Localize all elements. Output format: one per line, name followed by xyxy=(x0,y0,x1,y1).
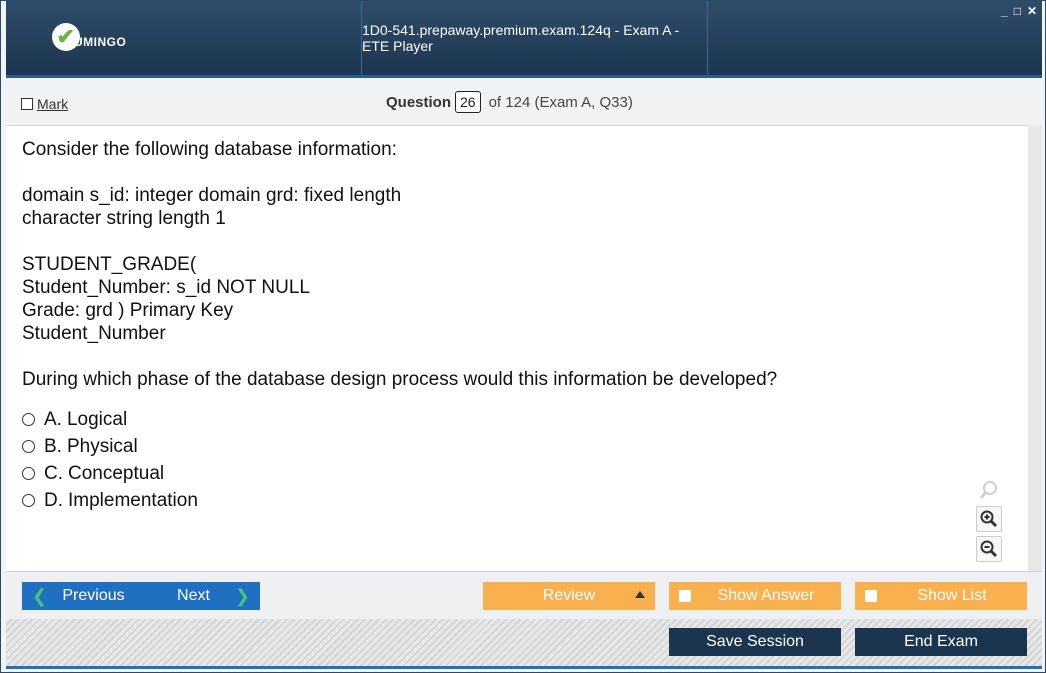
show-list-label: Show List xyxy=(917,587,987,604)
answer-text: Physical xyxy=(66,435,138,457)
zoom-in-icon[interactable] xyxy=(976,506,1002,532)
window-controls: _ □ ✕ xyxy=(1001,5,1037,17)
maximize-icon[interactable]: □ xyxy=(1014,5,1021,17)
title-bar: ✔ UMINGO 1D0-541.prepaway.premium.exam.1… xyxy=(6,1,1042,75)
window-title: 1D0-541.prepaway.premium.exam.124q - Exa… xyxy=(361,1,708,75)
question-label: Question xyxy=(386,93,452,111)
radio-icon[interactable] xyxy=(22,494,35,507)
answer-letter: A. xyxy=(44,408,62,430)
checkmark-logo-icon: ✔ xyxy=(52,23,80,51)
question-line xyxy=(22,230,777,253)
question-content: Consider the following database informat… xyxy=(6,125,1028,572)
previous-button[interactable]: ❮ Previous xyxy=(22,582,155,610)
question-number-input[interactable]: 26 xyxy=(455,91,481,113)
show-answer-button[interactable]: Show Answer xyxy=(669,582,841,610)
answer-text: Logical xyxy=(66,408,128,430)
next-button[interactable]: Next ❯ xyxy=(145,582,260,610)
checkbox-icon[interactable] xyxy=(21,98,33,110)
answer-option-c[interactable]: C. Conceptual xyxy=(22,460,198,487)
caret-up-icon xyxy=(635,591,645,598)
question-count: of 124 (Exam A, Q33) xyxy=(488,93,633,111)
radio-icon[interactable] xyxy=(22,413,35,426)
end-exam-label: End Exam xyxy=(904,633,978,650)
question-line: Student_Number: s_id NOT NULL xyxy=(22,277,310,298)
show-list-button[interactable]: Show List xyxy=(855,582,1027,610)
radio-icon[interactable] xyxy=(22,440,35,453)
search-icon xyxy=(977,478,1001,502)
chevron-left-icon: ❮ xyxy=(32,585,48,606)
scrollbar[interactable] xyxy=(1028,125,1042,571)
previous-label: Previous xyxy=(62,587,125,604)
question-bar: Mark Question 26 of 124 (Exam A, Q33) xyxy=(6,75,1042,125)
question-line: Student_Number xyxy=(22,323,166,344)
question-line: domain s_id: integer domain grd: fixed l… xyxy=(22,185,402,206)
navigation-bar: ❮ Previous Next ❯ Review Show Answer Sho… xyxy=(6,571,1042,620)
answer-text: Implementation xyxy=(68,489,198,511)
checkbox-icon[interactable] xyxy=(865,590,877,602)
minimize-icon[interactable]: _ xyxy=(1001,5,1008,17)
question-line: STUDENT_GRADE( xyxy=(22,254,197,275)
chevron-right-icon: ❯ xyxy=(234,585,250,606)
answer-letter: C. xyxy=(44,462,63,484)
review-label: Review xyxy=(542,587,596,604)
app-logo: ✔ UMINGO xyxy=(52,23,126,51)
mark-label[interactable]: Mark xyxy=(37,96,68,112)
next-label: Next xyxy=(177,587,210,604)
bottom-accent-line xyxy=(6,666,1042,669)
question-text: Consider the following database informat… xyxy=(22,138,777,391)
question-line: character string length 1 xyxy=(22,208,226,229)
app-window: ✔ UMINGO 1D0-541.prepaway.premium.exam.1… xyxy=(0,0,1046,673)
question-line: Consider the following database informat… xyxy=(22,139,397,160)
question-info: Question 26 of 124 (Exam A, Q33) xyxy=(386,91,633,113)
answer-text: Conceptual xyxy=(68,462,165,484)
zoom-controls xyxy=(976,478,1002,566)
answer-option-b[interactable]: B. Physical xyxy=(22,433,198,460)
answer-letter: B. xyxy=(44,435,62,457)
mark-checkbox[interactable]: Mark xyxy=(21,96,68,112)
show-answer-label: Show Answer xyxy=(717,587,815,604)
logo-text: UMINGO xyxy=(74,35,127,49)
question-line xyxy=(22,161,777,184)
end-exam-button[interactable]: End Exam xyxy=(855,628,1027,656)
answer-letter: D. xyxy=(44,489,63,511)
answer-option-d[interactable]: D. Implementation xyxy=(22,487,198,514)
checkbox-icon[interactable] xyxy=(679,590,691,602)
answer-options: A. Logical B. Physical C. Conceptual D. … xyxy=(22,406,198,514)
save-session-label: Save Session xyxy=(706,633,804,650)
answer-option-a[interactable]: A. Logical xyxy=(22,406,198,433)
close-icon[interactable]: ✕ xyxy=(1027,5,1037,17)
question-line: During which phase of the database desig… xyxy=(22,369,778,390)
footer-bar: Save Session End Exam xyxy=(6,619,1042,666)
question-line xyxy=(22,345,777,368)
question-line: Grade: grd ) Primary Key xyxy=(22,300,234,321)
review-button[interactable]: Review xyxy=(483,582,655,610)
zoom-out-icon[interactable] xyxy=(976,536,1002,562)
radio-icon[interactable] xyxy=(22,467,35,480)
save-session-button[interactable]: Save Session xyxy=(669,628,841,656)
